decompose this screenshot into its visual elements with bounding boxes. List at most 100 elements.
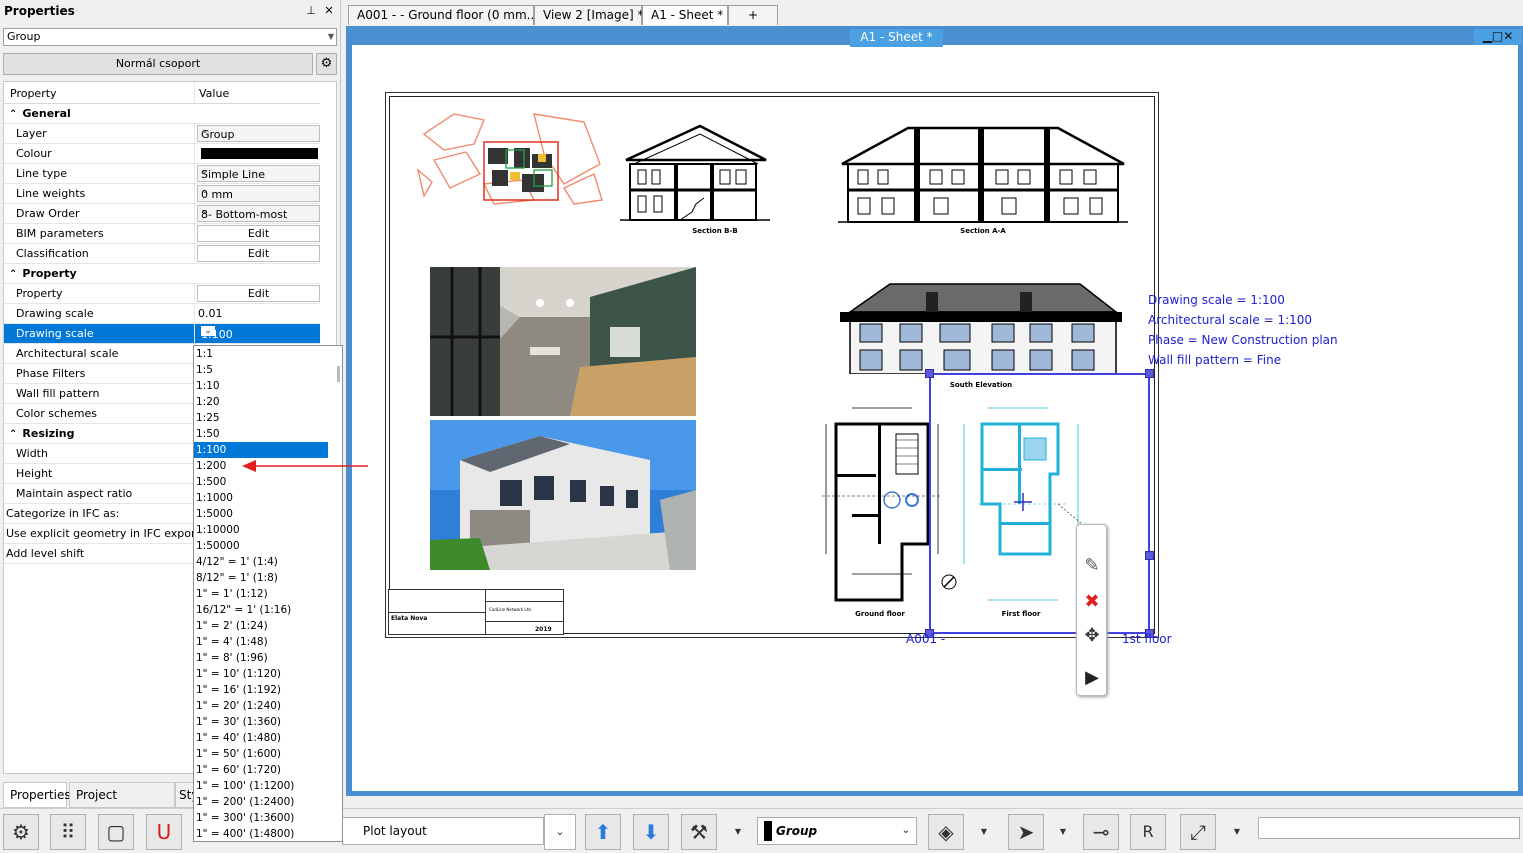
scale-option[interactable]: 1" = 4' (1:48)	[194, 634, 342, 650]
scale-option[interactable]: 1" = 60' (1:720)	[194, 762, 342, 778]
collapse-icon[interactable]: ⌃	[9, 429, 17, 440]
ground-floor-plan-drawing[interactable]	[822, 404, 942, 604]
property-row[interactable]: Line weights 0 mm ⌄	[4, 184, 320, 204]
chevron-down-icon[interactable]: ⌄	[201, 206, 317, 216]
exterior-rendering-image[interactable]	[430, 420, 696, 570]
play-arrow-icon[interactable]: ▶	[1077, 667, 1107, 688]
pencil-icon[interactable]: ✎	[1077, 555, 1107, 576]
scale-option[interactable]: 1" = 8' (1:96)	[194, 650, 342, 666]
scale-option[interactable]: 1" = 30' (1:360)	[194, 714, 342, 730]
arrow-down-icon[interactable]: ⬇	[633, 814, 669, 850]
scale-option[interactable]: 1:50000	[194, 538, 342, 554]
tab-a1-sheet[interactable]: A1 - Sheet *	[642, 5, 728, 25]
scale-option[interactable]: 1" = 10' (1:120)	[194, 666, 342, 682]
color-swatch[interactable]	[201, 148, 318, 159]
property-row[interactable]: Drawing scale 0.01	[4, 304, 320, 324]
scale-option[interactable]: 1:20	[194, 394, 342, 410]
property-row[interactable]: Classification Edit	[4, 244, 320, 264]
magnet-icon[interactable]: U	[146, 814, 182, 850]
navigate-icon[interactable]: ➤	[1008, 814, 1044, 850]
delete-icon[interactable]: ✖	[1077, 591, 1107, 612]
scale-option[interactable]: 1" = 50' (1:600)	[194, 746, 342, 762]
normal-group-button[interactable]: Normál csoport	[3, 53, 313, 75]
close-icon[interactable]: ✕	[322, 4, 336, 18]
value-combo[interactable]: 0 mm ⌄	[197, 185, 320, 202]
chevron-down-icon[interactable]: ⌄	[201, 126, 317, 136]
tab-ground-floor[interactable]: A001 - - Ground floor (0 mm...	[348, 5, 538, 25]
layer-select[interactable]: Group ⌄	[757, 817, 917, 845]
resize-handle-tr[interactable]	[1145, 369, 1154, 378]
chevron-down-icon[interactable]: ⌄	[201, 186, 317, 196]
plot-layout-select[interactable]: Plot layout	[342, 817, 544, 845]
scale-option[interactable]: 1:500	[194, 474, 342, 490]
property-row[interactable]: Colour	[4, 144, 320, 164]
window-controls[interactable]: ▁□✕	[1474, 29, 1522, 45]
selection-rectangle[interactable]	[929, 373, 1150, 634]
value-combo[interactable]: 8- Bottom-most ⌄	[197, 205, 320, 222]
scale-option[interactable]: 8/12" = 1' (1:8)	[194, 570, 342, 586]
resize-handle-tl[interactable]	[925, 369, 934, 378]
property-row[interactable]: Property Edit	[4, 284, 320, 304]
chevron-down-icon[interactable]: ⌄	[544, 814, 576, 850]
collapse-icon[interactable]: ⌃	[9, 109, 17, 120]
layers-icon[interactable]: ◈	[928, 814, 964, 850]
line-node-icon[interactable]: ⤢	[1180, 814, 1216, 850]
scale-dropdown-list[interactable]: 1:1 1:5 1:10 1:20 1:25 1:50 1:100 1:200 1:500 1:1…	[193, 345, 343, 842]
scale-option[interactable]: 1:1	[194, 346, 342, 362]
value-combo[interactable]: Simple Line ⌄	[197, 165, 320, 182]
scale-option[interactable]: 1" = 200' (1:2400)	[194, 794, 342, 810]
south-elevation-drawing[interactable]	[840, 282, 1122, 374]
chevron-down-icon[interactable]: ⌄	[201, 326, 215, 336]
scale-option[interactable]: 1:5	[194, 362, 342, 378]
edit-button[interactable]: Edit	[197, 285, 320, 302]
interior-rendering-image[interactable]	[430, 267, 696, 416]
snap-icon[interactable]: ⊸	[1083, 814, 1119, 850]
ruler-icon[interactable]: R	[1130, 814, 1166, 850]
property-row[interactable]: Layer Group ⌄	[4, 124, 320, 144]
scale-option[interactable]: 1" = 2' (1:24)	[194, 618, 342, 634]
chevron-down-icon[interactable]: ▼	[1056, 814, 1070, 850]
scale-option[interactable]: 1" = 1' (1:12)	[194, 586, 342, 602]
scale-option[interactable]: 1:5000	[194, 506, 342, 522]
chevron-down-icon[interactable]: ▼	[977, 814, 991, 850]
chevron-down-icon[interactable]: ⌄	[201, 166, 317, 176]
section-aa-drawing[interactable]	[838, 124, 1128, 226]
scale-option[interactable]: 1" = 300' (1:3600)	[194, 810, 342, 826]
scale-option[interactable]: 1" = 16' (1:192)	[194, 682, 342, 698]
settings-gear-icon[interactable]: ⚙	[3, 814, 39, 850]
edit-button[interactable]: Edit	[197, 245, 320, 262]
scale-option[interactable]: 1" = 400' (1:4800)	[194, 826, 342, 841]
tab-view-2-image[interactable]: View 2 [Image] *	[534, 5, 644, 25]
property-row[interactable]: BIM parameters Edit	[4, 224, 320, 244]
property-row[interactable]: Draw Order 8- Bottom-most ⌄	[4, 204, 320, 224]
group-select[interactable]: Group ▼	[3, 28, 337, 46]
edit-button[interactable]: Edit	[197, 225, 320, 242]
chevron-down-icon[interactable]: ▼	[731, 814, 745, 850]
tab-properties[interactable]: Properties	[3, 782, 71, 808]
move-icon[interactable]: ✥	[1077, 625, 1107, 646]
collapse-icon[interactable]: ⌃	[9, 269, 17, 280]
command-input[interactable]	[1258, 817, 1520, 839]
scale-option[interactable]: 1" = 20' (1:240)	[194, 698, 342, 714]
category-general[interactable]: ⌃ General	[4, 104, 320, 124]
scale-option[interactable]: 1:10000	[194, 522, 342, 538]
scale-option[interactable]: 1:10	[194, 378, 342, 394]
chevron-down-icon[interactable]: ▼	[1230, 814, 1244, 850]
gear-icon[interactable]: ⚙	[316, 53, 337, 75]
section-bb-drawing[interactable]	[620, 124, 770, 224]
pin-icon[interactable]: ⊥	[304, 4, 318, 18]
scale-option[interactable]: 1:100	[194, 442, 328, 458]
frame-icon[interactable]: ▢	[98, 814, 134, 850]
tab-project-navigator[interactable]: Project navigator	[69, 782, 175, 826]
scale-option[interactable]: 4/12" = 1' (1:4)	[194, 554, 342, 570]
scale-option[interactable]: 1:25	[194, 410, 342, 426]
category-property[interactable]: ⌃ Property	[4, 264, 320, 284]
site-plan-drawing[interactable]	[414, 104, 606, 206]
tab-add[interactable]: +	[728, 5, 778, 25]
scale-option[interactable]: 1" = 100' (1:1200)	[194, 778, 342, 794]
arrow-up-icon[interactable]: ⬆	[585, 814, 621, 850]
dropdown-scrollbar[interactable]	[337, 366, 340, 382]
property-value[interactable]: 0.01	[198, 307, 223, 320]
scale-option[interactable]: 16/12" = 1' (1:16)	[194, 602, 342, 618]
property-row[interactable]: Drawing scale 1:100 ⌄	[4, 324, 320, 344]
